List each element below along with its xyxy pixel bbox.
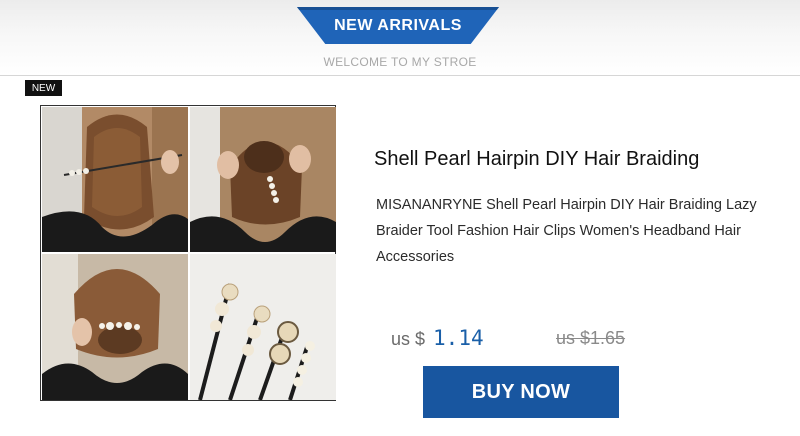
price-value: 1.14 <box>433 326 484 350</box>
product-title[interactable]: Shell Pearl Hairpin DIY Hair Braiding <box>374 148 699 171</box>
product-photo-1 <box>42 107 188 252</box>
price-currency: us $ <box>391 329 426 349</box>
product-photo-3 <box>42 254 188 400</box>
buy-now-button[interactable]: BUY NOW <box>423 366 619 418</box>
product-photo-4 <box>190 254 336 400</box>
new-arrivals-banner: NEW ARRIVALS <box>297 7 499 44</box>
product-photo-2 <box>190 107 336 252</box>
product-description: MISANANRYNE Shell Pearl Hairpin DIY Hair… <box>376 197 757 265</box>
welcome-text: WELCOME TO MY STROE <box>323 55 477 69</box>
product-image[interactable] <box>40 105 336 401</box>
new-badge: NEW <box>25 80 62 96</box>
old-price: us $1.65 <box>556 328 626 348</box>
current-price: us $ 1.14 <box>391 326 484 350</box>
